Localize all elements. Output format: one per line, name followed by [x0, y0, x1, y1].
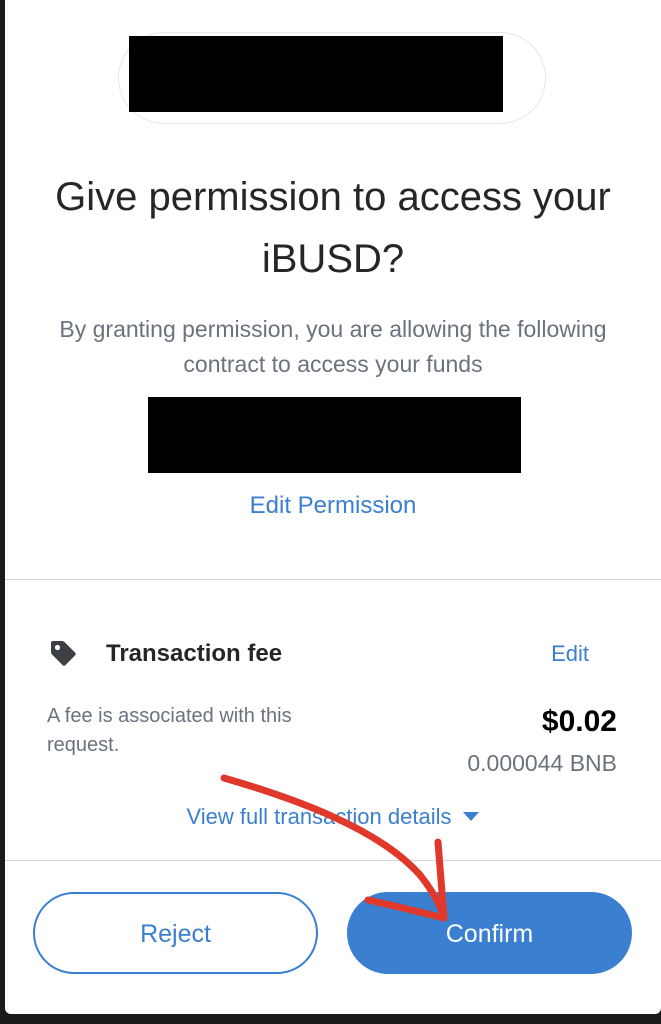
edit-permission-link[interactable]: Edit Permission — [5, 488, 661, 524]
tag-icon — [51, 641, 76, 666]
transaction-fee-title: Transaction fee — [106, 640, 283, 667]
page-title: Give permission to access your iBUSD? — [55, 175, 611, 281]
reject-button[interactable]: Reject — [33, 892, 318, 974]
confirm-button[interactable]: Confirm — [347, 892, 632, 974]
view-details-label: View full transaction details — [186, 804, 452, 829]
fee-amount-usd: $0.02 — [541, 705, 617, 738]
permission-dialog: Give permission to access your iBUSD? By… — [5, 0, 661, 1014]
permission-description: By granting permission, you are allowing… — [59, 316, 607, 377]
edit-fee-link[interactable]: Edit — [551, 638, 589, 670]
section-divider — [5, 579, 661, 580]
fee-description: A fee is associated with this request. — [47, 705, 292, 756]
view-transaction-details-link[interactable]: View full transaction details — [5, 800, 661, 834]
redacted-contract-address — [148, 397, 521, 473]
fee-amount-native: 0.000044 BNB — [467, 750, 617, 776]
footer-divider — [5, 860, 661, 861]
caret-down-icon — [463, 811, 480, 821]
redacted-site-origin — [129, 36, 503, 112]
